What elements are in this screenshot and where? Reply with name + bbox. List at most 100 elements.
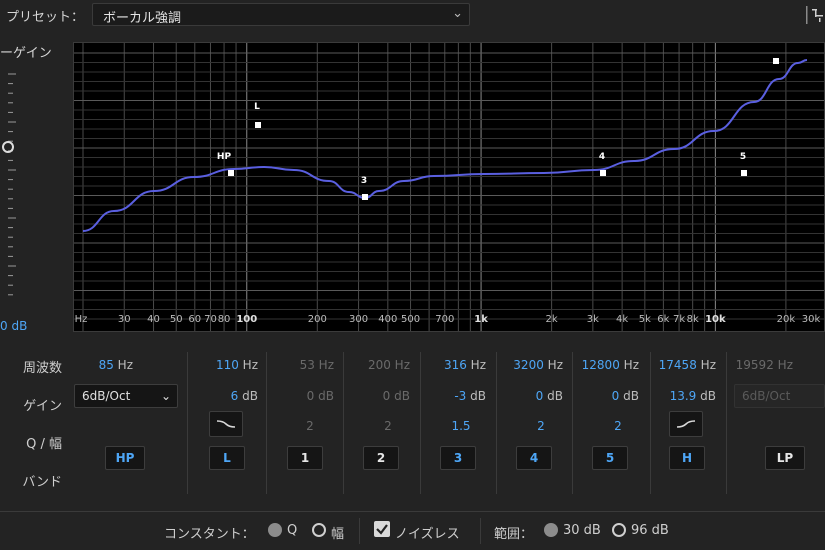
band-h-gain[interactable]: 13.9 dB — [656, 389, 716, 403]
band-3-gain[interactable]: -3 dB — [430, 389, 486, 403]
chevron-down-icon: ⌄ — [160, 389, 171, 403]
freq-tick-label: 3k — [586, 314, 599, 325]
high-shelf-shape-button[interactable] — [669, 411, 703, 437]
band-4-q[interactable]: 2 — [531, 419, 551, 433]
master-gain-slider[interactable] — [0, 72, 16, 302]
band-1-frequency[interactable]: 53 Hz — [277, 358, 334, 372]
freq-tick-label: 700 — [435, 314, 455, 325]
freq-tick-label: 80 — [217, 314, 231, 325]
freq-tick-label: 100 — [236, 314, 258, 325]
band-lp-frequency[interactable]: 19592 Hz — [735, 358, 793, 372]
freq-tick-label: 20k — [776, 314, 796, 325]
freq-tick-label: 300 — [349, 314, 369, 325]
freq-tick-label: 7k — [672, 314, 686, 325]
preset-dropdown[interactable]: ボーカル強調 ⌄ — [92, 3, 470, 26]
freq-tick-label: 50 — [169, 314, 183, 325]
row-label-band: バンド — [22, 475, 62, 490]
freq-tick-label: 500 — [400, 314, 421, 325]
bottom-separator — [480, 518, 481, 544]
band-marker-label: L — [254, 102, 260, 112]
band-separator — [266, 352, 267, 494]
preset-label: プリセット： — [6, 10, 85, 25]
band-l-gain[interactable]: 6 dB — [200, 389, 258, 403]
band-button-5[interactable]: 5 — [592, 446, 628, 470]
band-marker-label: HP — [217, 152, 232, 162]
panel-menu-icon[interactable] — [806, 6, 825, 24]
band-button-hp[interactable]: HP — [105, 446, 145, 470]
range-label: 範囲： — [494, 527, 534, 542]
band-5-q[interactable]: 2 — [608, 419, 628, 433]
range-96db-label: 96 dB — [631, 523, 669, 538]
band-4-frequency[interactable]: 3200 Hz — [505, 358, 563, 372]
band-hp-slope-dropdown[interactable]: 6dB/Oct ⌄ — [74, 384, 178, 408]
checkmark-icon — [376, 524, 388, 535]
low-shelf-shape-button[interactable] — [209, 411, 243, 437]
constant-q-radio[interactable] — [268, 523, 282, 537]
freq-tick-label: 30 — [117, 314, 131, 325]
band-handle[interactable] — [255, 122, 261, 128]
band-2-gain[interactable]: 0 dB — [350, 389, 410, 403]
freq-tick-label: 6k — [657, 314, 670, 325]
freq-tick-label: 4k — [616, 314, 629, 325]
constant-width-label: 幅 — [331, 527, 345, 542]
band-separator — [572, 352, 573, 494]
band-2-q[interactable]: 2 — [378, 419, 398, 433]
band-handle[interactable] — [741, 170, 747, 176]
preset-value: ボーカル強調 — [103, 11, 182, 26]
band-button-3[interactable]: 3 — [440, 446, 476, 470]
constant-width-radio[interactable] — [312, 523, 326, 537]
noiseless-label: ノイズレス — [395, 527, 460, 542]
freq-tick-label: Hz — [74, 314, 88, 325]
band-1-q[interactable]: 2 — [300, 419, 320, 433]
band-handle[interactable] — [362, 194, 368, 200]
band-handle[interactable] — [228, 170, 234, 176]
master-gain-knob[interactable] — [2, 141, 14, 153]
band-handle[interactable] — [600, 170, 606, 176]
range-30db-label: 30 dB — [563, 523, 601, 538]
master-gain-label: ーゲイン — [0, 46, 52, 61]
band-hp-frequency[interactable]: 85 Hz — [80, 358, 133, 372]
band-l-frequency[interactable]: 110 Hz — [200, 358, 258, 372]
band-3-frequency[interactable]: 316 Hz — [430, 358, 486, 372]
row-label-q: Q / 幅 — [26, 437, 62, 452]
band-separator — [496, 352, 497, 494]
band-3-q[interactable]: 1.5 — [446, 419, 476, 433]
band-button-l[interactable]: L — [209, 446, 245, 470]
band-2-frequency[interactable]: 200 Hz — [350, 358, 410, 372]
row-label-gain: ゲイン — [23, 399, 62, 414]
noiseless-checkbox[interactable] — [374, 521, 390, 537]
bottom-separator — [359, 518, 360, 544]
band-button-lp[interactable]: LP — [765, 446, 805, 470]
freq-tick-label: 2k — [545, 314, 558, 325]
band-separator — [650, 352, 651, 494]
range-96db-radio[interactable] — [612, 523, 626, 537]
band-button-2[interactable]: 2 — [363, 446, 399, 470]
chevron-down-icon: ⌄ — [452, 6, 463, 21]
freq-tick-label: 8k — [686, 314, 699, 325]
freq-tick-label: 40 — [147, 314, 160, 325]
band-separator — [726, 352, 727, 494]
range-30db-radio[interactable] — [544, 523, 558, 537]
band-button-4[interactable]: 4 — [516, 446, 552, 470]
freq-tick-label: 1k — [474, 314, 488, 325]
band-separator — [187, 352, 188, 494]
band-separator — [343, 352, 344, 494]
freq-tick-label: 400 — [378, 314, 398, 325]
band-5-gain[interactable]: 0 dB — [580, 389, 639, 403]
band-4-gain[interactable]: 0 dB — [505, 389, 563, 403]
band-5-frequency[interactable]: 12800 Hz — [580, 358, 639, 372]
band-handle[interactable] — [773, 58, 779, 64]
band-1-gain[interactable]: 0 dB — [277, 389, 334, 403]
low-shelf-icon — [216, 420, 236, 428]
band-button-1[interactable]: 1 — [287, 446, 323, 470]
freq-tick-label: 200 — [307, 314, 327, 325]
master-gain-readout: 0 dB — [0, 319, 28, 333]
freq-tick-label: 5k — [638, 314, 651, 325]
band-h-frequency[interactable]: 17458 Hz — [656, 358, 716, 372]
freq-tick-label: 30k — [801, 314, 821, 325]
band-button-h[interactable]: H — [669, 446, 705, 470]
eq-graph[interactable]: HP L 3 4 5 — [74, 43, 824, 331]
band-marker-label: 3 — [361, 176, 367, 186]
band-lp-slope-dropdown[interactable]: 6dB/Oct — [734, 384, 825, 408]
freq-tick-label: 60 — [188, 314, 202, 325]
